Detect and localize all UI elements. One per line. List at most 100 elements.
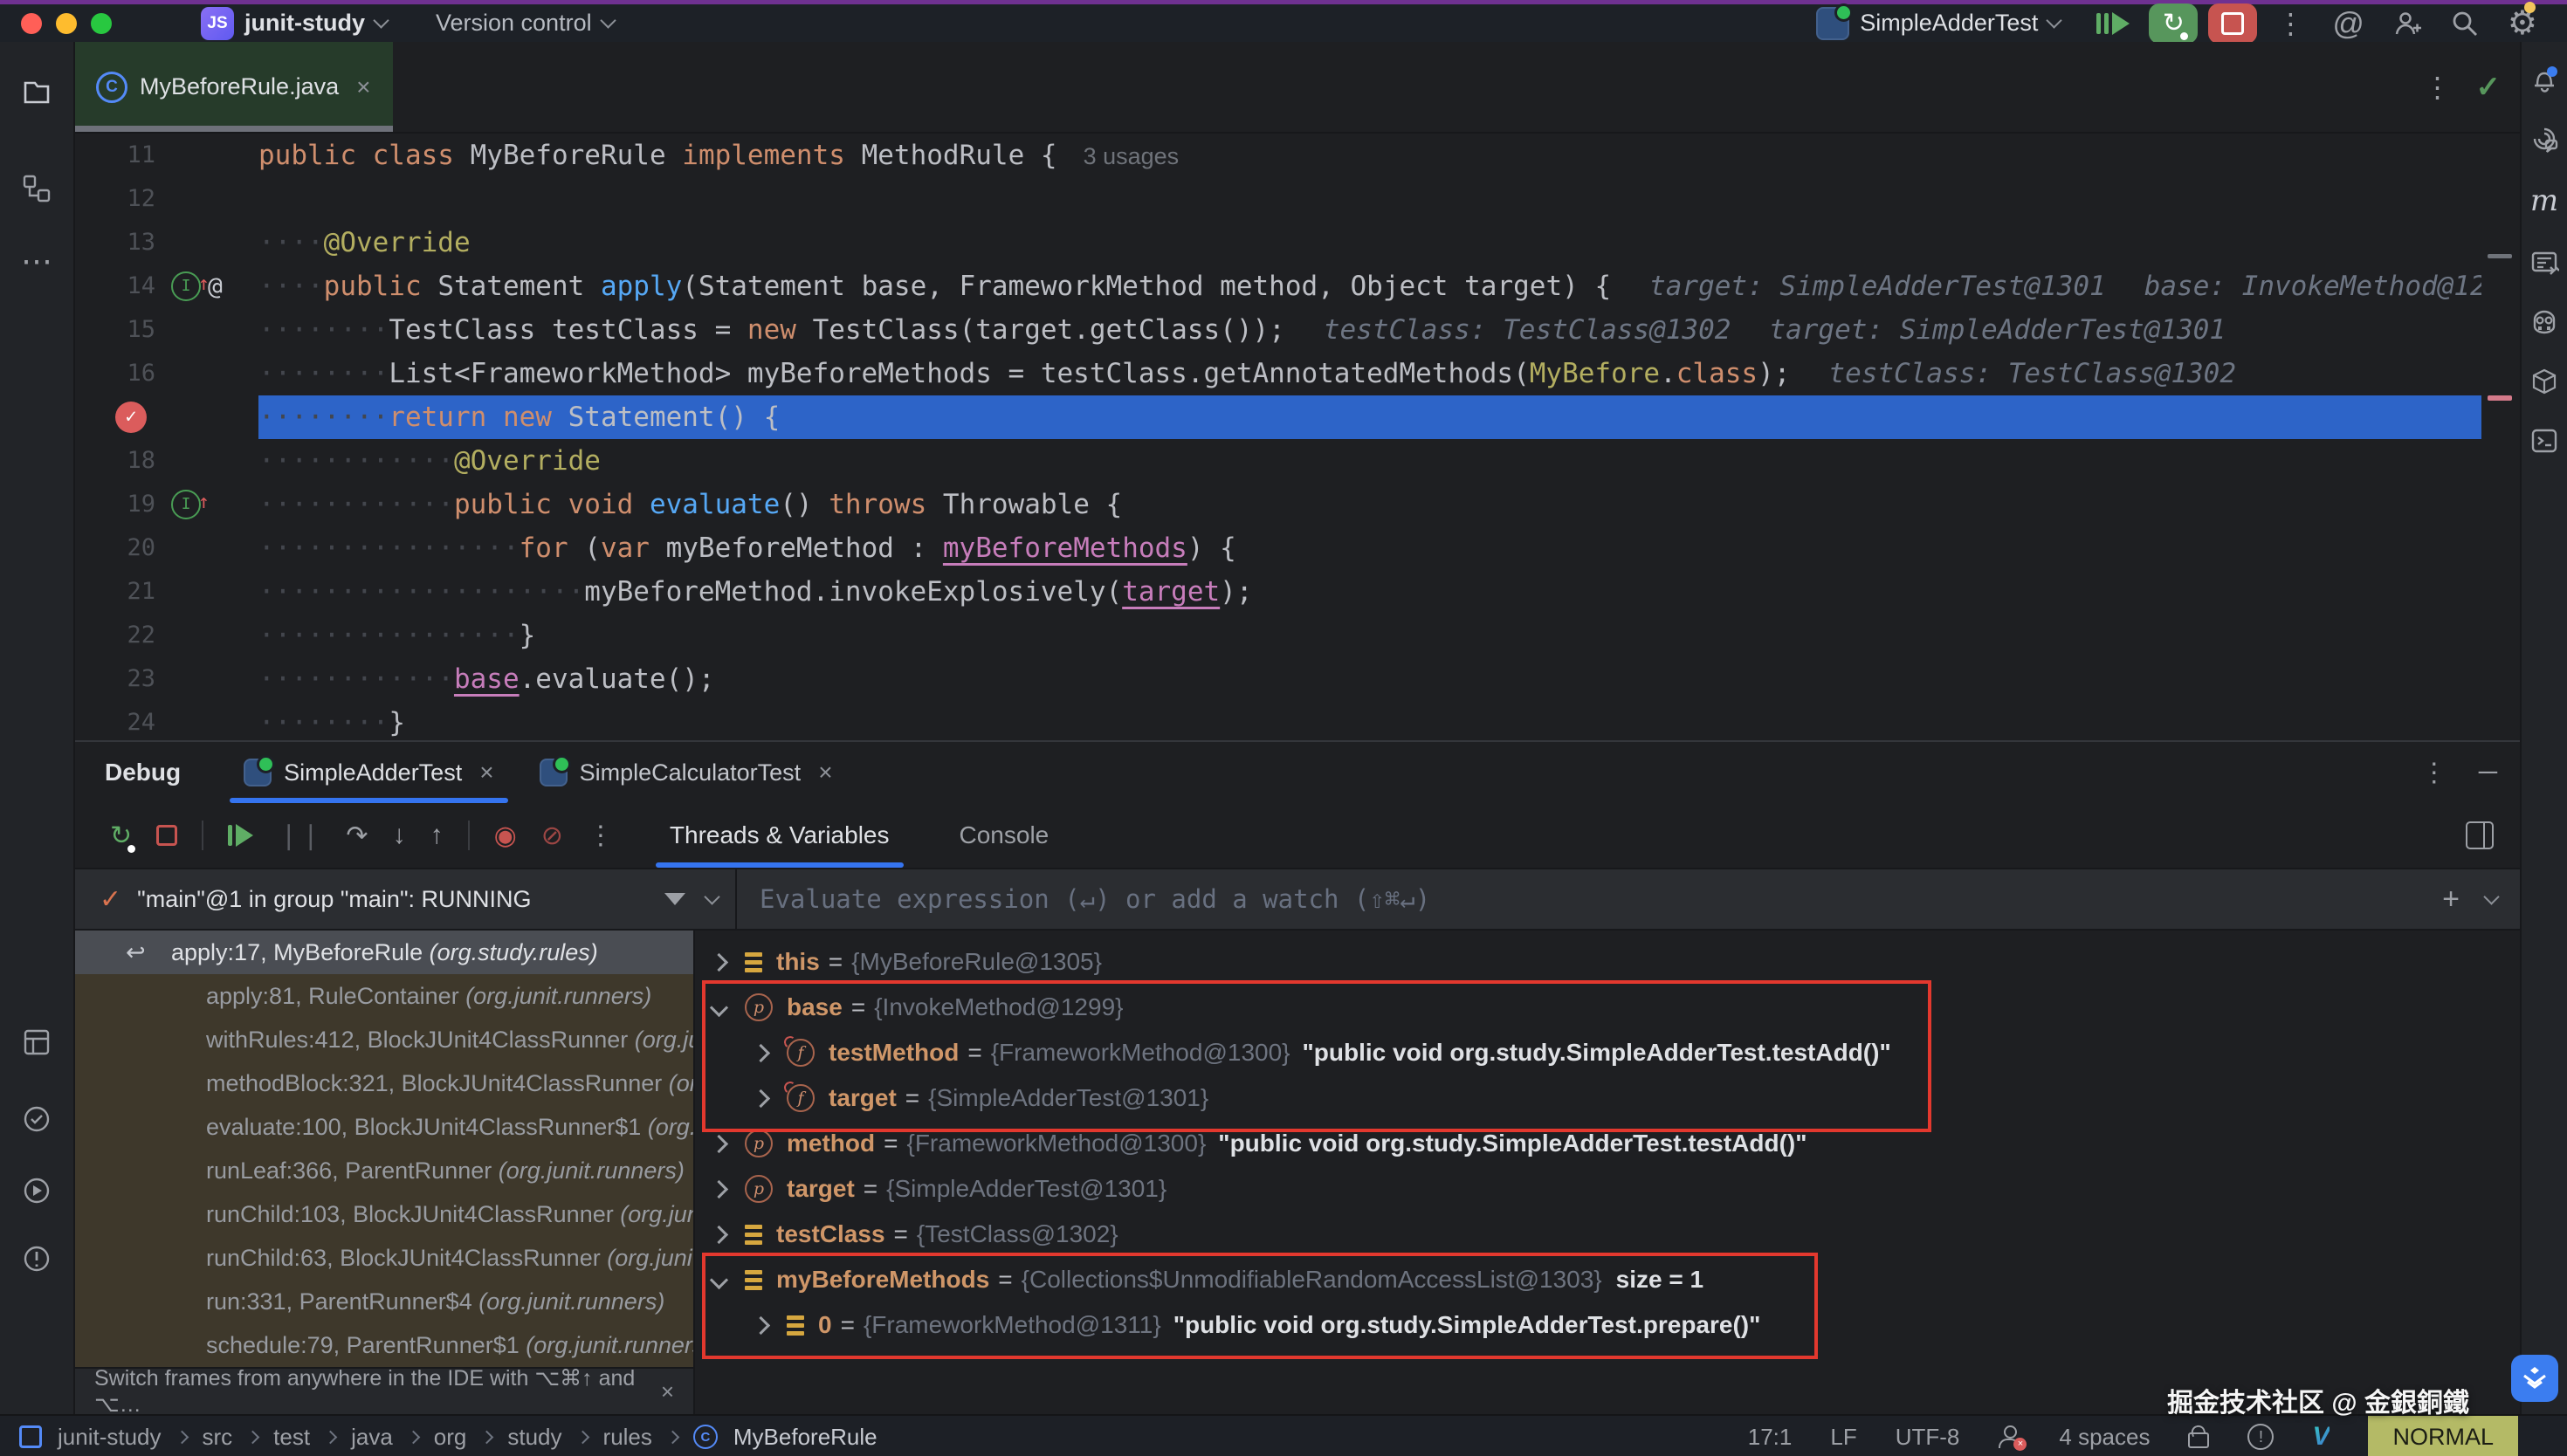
close-tab-icon[interactable]: × <box>356 73 370 101</box>
problems-tool-button[interactable] <box>21 1243 52 1274</box>
view-breakpoints-button[interactable]: ◉ <box>494 821 517 851</box>
editor-gutter[interactable]: 18 <box>75 439 258 483</box>
unlock-icon[interactable] <box>2188 1432 2209 1448</box>
editor-error-stripe[interactable] <box>2481 134 2520 740</box>
editor-gutter[interactable]: 15 <box>75 308 258 352</box>
stack-frame-row[interactable]: methodBlock:321, BlockJUnit4ClassRunner … <box>75 1061 693 1105</box>
breadcrumb-item-test[interactable]: test <box>273 1424 310 1451</box>
variable-row-base[interactable]: pbase={InvokeMethod@1299} <box>695 985 2520 1030</box>
layout-settings-icon[interactable] <box>2466 821 2494 849</box>
run-configuration-selector[interactable]: SimpleAdderTest <box>1816 7 2060 40</box>
chevron-collapsed-icon[interactable] <box>710 952 728 971</box>
debug-options-icon[interactable]: ⋮ <box>2421 758 2447 788</box>
project-tool-button[interactable] <box>21 77 52 108</box>
macos-zoom-button[interactable] <box>91 13 112 34</box>
more-actions-button[interactable]: ⋮ <box>2276 7 2304 40</box>
editor-gutter[interactable]: 20 <box>75 526 258 570</box>
chevron-collapsed-icon[interactable] <box>752 1043 770 1061</box>
chevron-expanded-icon[interactable] <box>710 998 728 1016</box>
variable-row-0[interactable]: 0={FrameworkMethod@1311}"public void org… <box>695 1302 2520 1348</box>
editor-gutter[interactable]: ✓ <box>75 395 258 439</box>
step-into-button[interactable]: ↓ <box>393 821 406 850</box>
project-menu[interactable]: junit-study <box>244 10 387 37</box>
rerun-debug-button[interactable]: ↻ <box>110 821 132 851</box>
hide-panel-icon[interactable]: ─ <box>2479 758 2497 787</box>
mute-breakpoints-button[interactable]: ⊘ <box>541 821 563 851</box>
debug-tab-simpleaddertest[interactable]: SimpleAdderTest × <box>221 742 516 803</box>
variable-row-target[interactable]: ptarget={SimpleAdderTest@1301} <box>695 1166 2520 1212</box>
editor-tab-mybeforerule[interactable]: C MyBeforeRule.java × <box>75 42 393 132</box>
breadcrumb-item-rules[interactable]: rules <box>603 1424 652 1451</box>
stack-frame-row[interactable]: schedule:79, ParentRunner$1 (org.junit.r… <box>75 1323 693 1367</box>
stack-frame-row[interactable]: runLeaf:366, ParentRunner (org.junit.run… <box>75 1149 693 1192</box>
usages-hint[interactable]: 3 usages <box>1084 143 1180 169</box>
stop-button[interactable] <box>2208 3 2257 44</box>
variable-row-this[interactable]: this={MyBeforeRule@1305} <box>695 939 2520 985</box>
stack-frame-row[interactable]: ↩apply:17, MyBeforeRule (org.study.rules… <box>75 931 693 974</box>
editor-gutter[interactable]: 12 <box>75 177 258 221</box>
chevron-collapsed-icon[interactable] <box>752 1089 770 1107</box>
editor-gutter[interactable]: 13 <box>75 221 258 264</box>
juejin-plugin-button[interactable] <box>2511 1355 2558 1402</box>
ideavim-icon[interactable]: V <box>2312 1422 2330 1452</box>
chevron-collapsed-icon[interactable] <box>710 1179 728 1198</box>
chevron-expanded-icon[interactable] <box>710 1270 728 1288</box>
breadcrumb-item-src[interactable]: src <box>203 1424 233 1451</box>
caret-position-widget[interactable]: 17:1 <box>1748 1424 1793 1451</box>
evaluate-expression-bar[interactable]: Evaluate expression (↵) or add a watch (… <box>737 869 2520 929</box>
editor-gutter[interactable]: 21 <box>75 570 258 614</box>
resume-button[interactable] <box>228 824 253 847</box>
close-tab-icon[interactable]: × <box>479 759 493 786</box>
editor-gutter[interactable]: 16 <box>75 352 258 395</box>
editor-gutter[interactable]: 22 <box>75 614 258 657</box>
breadcrumb-item-java[interactable]: java <box>351 1424 393 1451</box>
breadcrumb-item-study[interactable]: study <box>507 1424 561 1451</box>
encoding-widget[interactable]: UTF-8 <box>1896 1424 1960 1451</box>
macos-close-button[interactable] <box>21 13 42 34</box>
code-with-me-button[interactable] <box>2392 9 2422 38</box>
editor-options-icon[interactable]: ⋮ <box>2424 71 2452 104</box>
structure-tool-button[interactable] <box>21 173 52 204</box>
close-icon[interactable]: × <box>661 1378 674 1405</box>
inspections-ok-icon[interactable]: ✓ <box>2476 70 2502 105</box>
indent-widget[interactable]: 4 spaces <box>2059 1424 2150 1451</box>
stack-frame-row[interactable]: run:331, ParentRunner$4 (org.junit.runne… <box>75 1280 693 1323</box>
thread-selector[interactable]: ✓ "main"@1 in group "main": RUNNING <box>75 869 737 929</box>
vcs-menu[interactable]: Version control <box>436 10 614 37</box>
filter-funnel-icon[interactable] <box>664 893 685 905</box>
variable-row-target[interactable]: ftarget={SimpleAdderTest@1301} <box>695 1075 2520 1121</box>
ai-chat-button[interactable] <box>2529 124 2559 154</box>
inspections-hector-icon[interactable]: × <box>1998 1425 2020 1448</box>
breadcrumb-item-org[interactable]: org <box>434 1424 467 1451</box>
breadcrumb-item-junit-study[interactable]: junit-study <box>58 1424 162 1451</box>
editor-gutter[interactable]: 14I@ <box>75 264 258 308</box>
editor-gutter[interactable]: 19I <box>75 483 258 526</box>
editor-gutter[interactable]: 24 <box>75 701 258 740</box>
macos-minimize-button[interactable] <box>56 13 77 34</box>
resume-program-button[interactable] <box>2096 12 2130 35</box>
chevron-collapsed-icon[interactable] <box>710 1225 728 1243</box>
services-tool-button[interactable] <box>21 1027 52 1058</box>
run-tool-button[interactable] <box>21 1175 52 1206</box>
stack-frame-row[interactable]: apply:81, RuleContainer (org.junit.runne… <box>75 974 693 1018</box>
breakpoint-icon[interactable]: ✓ <box>115 402 147 433</box>
variable-row-testClass[interactable]: testClass={TestClass@1302} <box>695 1212 2520 1257</box>
restart-debug-button[interactable]: ↻ <box>2149 3 2198 44</box>
settings-button[interactable]: ⚙ <box>2508 3 2537 43</box>
step-over-button[interactable]: ↷ <box>346 821 368 851</box>
editor-gutter[interactable]: 11 <box>75 134 258 177</box>
todo-tool-button[interactable] <box>21 1103 52 1135</box>
maven-tool-button[interactable]: m <box>2530 183 2558 218</box>
add-watch-icon[interactable]: + <box>2442 883 2460 917</box>
chevron-down-icon[interactable] <box>2483 889 2499 904</box>
notifications-button[interactable] <box>2529 65 2559 94</box>
tab-console[interactable]: Console <box>933 803 1076 868</box>
close-tab-icon[interactable]: × <box>818 759 832 786</box>
step-out-button[interactable]: ↑ <box>430 821 444 850</box>
copilot-tool-button[interactable] <box>2529 307 2559 337</box>
documentation-tool-button[interactable] <box>2529 248 2559 278</box>
chevron-collapsed-icon[interactable] <box>710 1134 728 1152</box>
ai-assistant-button[interactable]: @ <box>2332 5 2364 42</box>
tab-threads-and-variables[interactable]: Threads & Variables <box>643 803 916 868</box>
variable-row-testMethod[interactable]: ftestMethod={FrameworkMethod@1300}"publi… <box>695 1030 2520 1075</box>
